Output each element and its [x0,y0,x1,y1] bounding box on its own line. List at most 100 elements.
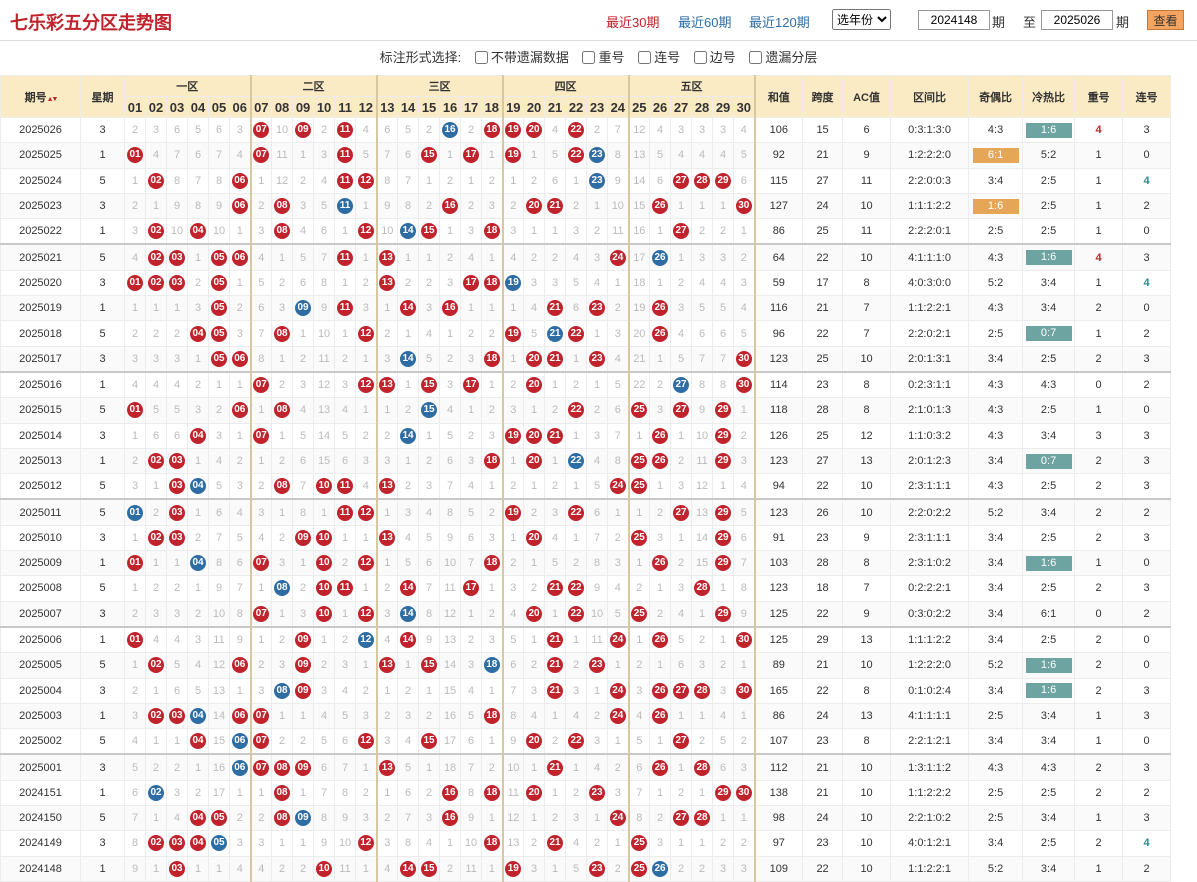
number-cell-29: 1 [712,575,735,602]
odd-even-cell: 2:5 [968,218,1024,245]
number-cell-21: 2 [544,397,567,424]
number-cell-29: 8 [712,370,735,399]
weekday-cell: 5 [80,320,125,347]
draw-ball: 07 [253,555,270,572]
number-header-27: 27 [670,96,693,118]
number-cell-2: 02 [145,218,167,245]
span-cell: 24 [802,702,844,730]
option-edge[interactable]: 边号 [693,50,736,65]
table-row: 2025021 5 4 02 03 1 05 06 4 1 5 7 11 1 13 1 1 2 4 1 4 2 2 4 3 24 1… [0,243,1172,271]
number-cell-4: 04 [187,805,209,832]
number-cell-6: 8 [228,600,252,628]
sort-icon[interactable]: ▲▼ [47,96,59,103]
number-cell-12: 12 [355,218,378,245]
number-cell-21: 1 [544,600,567,628]
draw-ball: 08 [274,759,291,776]
option-no-missing[interactable]: 不带遗漏数据 [474,50,569,65]
number-cell-7: 6 [250,295,273,322]
consecutive-cell: 2 [1122,320,1172,347]
draw-ball: 26 [652,555,669,572]
to-issue-input[interactable] [1041,10,1113,30]
number-cell-17: 2 [460,192,483,220]
weekday-cell: 1 [80,855,125,882]
span-cell: 23 [802,830,844,857]
year-select[interactable]: 选年份 [832,9,891,30]
weekday-cell: 1 [80,702,125,730]
number-cell-28: 3 [691,243,714,271]
option-layered[interactable]: 遗漏分层 [749,50,817,65]
number-cell-14: 14 [397,295,420,322]
number-cell-27: 1 [670,422,693,449]
draw-ball: 06 [231,350,248,367]
number-cell-8: 08 [271,473,294,500]
number-cell-16: 2 [439,167,462,194]
number-cell-26: 1 [649,473,672,500]
query-button[interactable]: 查看 [1147,10,1184,30]
special-ball: 14 [400,223,417,240]
number-cell-25: 22 [628,370,651,399]
number-cell-18: 1 [481,677,504,704]
issue-header[interactable]: 期号▲▼ [0,75,81,118]
number-cell-2: 2 [145,498,167,526]
odd-even-cell: 3:4 [968,550,1024,577]
draw-ball: 10 [316,478,333,495]
number-cell-5: 5 [208,473,230,500]
number-cell-28: 28 [691,753,714,781]
number-cell-17: 6 [460,524,483,552]
draw-ball: 13 [379,759,396,776]
number-cell-25: 25 [628,830,651,857]
ratio-cell: 0:2:3:1:1 [890,370,970,399]
number-cell-30: 1 [733,218,756,245]
number-cell-17: 4 [460,473,483,500]
draw-ball: 20 [526,198,543,215]
option-repeat-checkbox[interactable] [582,51,596,65]
number-cell-19: 9 [502,728,525,755]
option-layered-checkbox[interactable] [749,51,763,65]
draw-ball: 12 [357,555,374,572]
draw-ball: 07 [253,733,270,750]
span-cell: 21 [802,753,844,781]
draw-ball: 29 [715,555,732,572]
draw-ball: 16 [442,300,459,317]
nav-last-60[interactable]: 最近60期 [678,12,731,31]
option-no-missing-checkbox[interactable] [474,51,488,65]
to-suffix-label: 期 [1116,15,1130,30]
number-cell-21: 3 [544,269,567,297]
number-cell-26: 26 [649,625,672,654]
number-cell-13: 1 [376,677,399,704]
number-cell-9: 09 [292,625,315,654]
option-edge-checkbox[interactable] [693,51,707,65]
weekday-cell: 5 [80,397,125,424]
odd-even-cell: 4:3 [968,295,1024,322]
hot-cold-highlight: 0:7 [1025,453,1072,469]
number-cell-19: 4 [502,600,525,628]
number-cell-10: 5 [313,192,336,220]
number-cell-13: 2 [376,320,399,347]
number-cell-12: 3 [355,295,378,322]
number-cell-6: 1 [228,779,252,807]
draw-ball: 24 [609,682,626,699]
option-consecutive-checkbox[interactable] [638,51,652,65]
table-row: 2025010 3 1 02 03 2 7 5 4 2 09 10 1 1 13 4 5 9 6 3 1 20 4 1 7 2 25… [0,524,1172,552]
number-cell-18: 18 [481,269,504,297]
number-cell-13: 1 [376,779,399,807]
option-consecutive[interactable]: 连号 [638,50,680,65]
consecutive-cell: 3 [1122,243,1172,271]
hot-cold-cell: 3:4 [1022,702,1076,730]
number-cell-15: 7 [418,575,441,602]
repeat-cell: 1 [1074,192,1124,220]
from-issue-input[interactable] [918,10,990,30]
number-cell-15: 15 [418,218,441,245]
number-cell-25: 25 [628,447,651,475]
option-repeat[interactable]: 重号 [582,50,624,65]
number-cell-21: 21 [544,830,567,857]
nav-last-120[interactable]: 最近120期 [749,12,810,31]
draw-ball: 23 [589,784,606,801]
number-cell-20: 4 [523,295,546,322]
nav-last-30[interactable]: 最近30期 [606,12,659,31]
number-cell-24: 8 [607,447,630,475]
number-cell-22: 1 [565,625,588,654]
number-cell-5: 1 [208,370,230,399]
number-cell-16: 14 [439,652,462,679]
number-cell-26: 2 [649,370,672,399]
